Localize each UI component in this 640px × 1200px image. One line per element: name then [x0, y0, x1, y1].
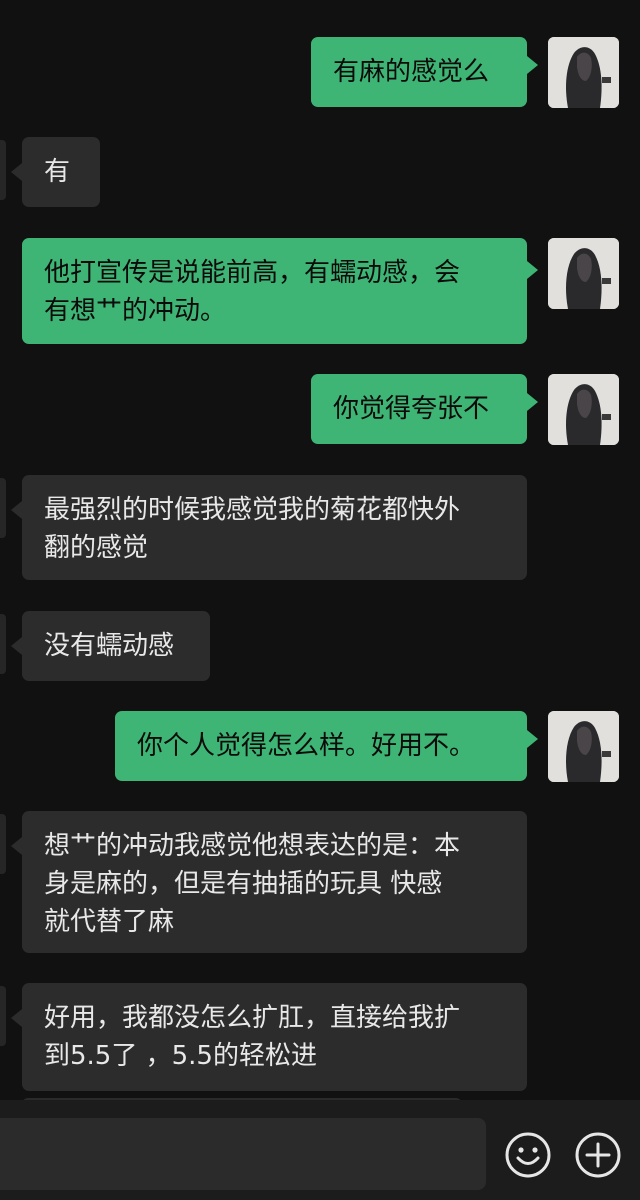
contact-avatar-edge[interactable] — [0, 614, 6, 674]
emoji-smile-icon — [505, 1132, 551, 1178]
avatar[interactable] — [548, 37, 619, 108]
avatar[interactable] — [548, 374, 619, 445]
bubble-tail — [527, 393, 538, 411]
contact-avatar-edge[interactable] — [0, 140, 6, 200]
message-bubble-incoming[interactable]: 想艹的冲动我感觉他想表达的是：本 身是麻的，但是有抽插的玩具 快感 就代替了麻 — [22, 811, 527, 953]
message-bubble-outgoing[interactable]: 你个人觉得怎么样。好用不。 — [115, 711, 527, 781]
message-bubble-incoming[interactable]: 最强烈的时候我感觉我的菊花都快外 翻的感觉 — [22, 475, 527, 580]
contact-avatar-edge[interactable] — [0, 986, 6, 1046]
message-bubble-outgoing[interactable]: 他打宣传是说能前高，有蠕动感，会 有想艹的冲动。 — [22, 238, 527, 344]
bubble-tail — [527, 261, 538, 279]
message-bubble-incoming[interactable]: 好用，我都没怎么扩肛，直接给我扩 到5.5了 ，5.5的轻松进 — [22, 983, 527, 1091]
bubble-tail — [11, 637, 22, 655]
bubble-tail — [527, 56, 538, 74]
avatar-photo-icon — [548, 711, 619, 782]
emoji-button[interactable] — [503, 1130, 553, 1180]
bubble-tail — [11, 163, 22, 181]
message-bubble-incoming[interactable]: 有 — [22, 137, 100, 207]
message-bubble-incoming[interactable]: 没有蠕动感 — [22, 611, 210, 681]
avatar[interactable] — [548, 238, 619, 309]
contact-avatar-edge[interactable] — [0, 478, 6, 538]
plus-circle-icon — [575, 1132, 621, 1178]
avatar[interactable] — [548, 711, 619, 782]
message-bubble-outgoing[interactable]: 有麻的感觉么 — [311, 37, 527, 107]
avatar-photo-icon — [548, 374, 619, 445]
contact-avatar-edge[interactable] — [0, 814, 6, 874]
message-bubble-outgoing[interactable]: 你觉得夸张不 — [311, 374, 527, 444]
bubble-tail — [11, 501, 22, 519]
bubble-tail — [11, 1009, 22, 1027]
more-button[interactable] — [573, 1130, 623, 1180]
bubble-tail — [11, 837, 22, 855]
avatar-photo-icon — [548, 37, 619, 108]
avatar-photo-icon — [548, 238, 619, 309]
chat-screen: 有麻的感觉么 有 他打宣传是说能前高，有蠕动感，会 有想艹的冲动。 你觉得夸张不… — [0, 0, 640, 1200]
bubble-tail — [527, 730, 538, 748]
message-input[interactable] — [0, 1118, 486, 1190]
